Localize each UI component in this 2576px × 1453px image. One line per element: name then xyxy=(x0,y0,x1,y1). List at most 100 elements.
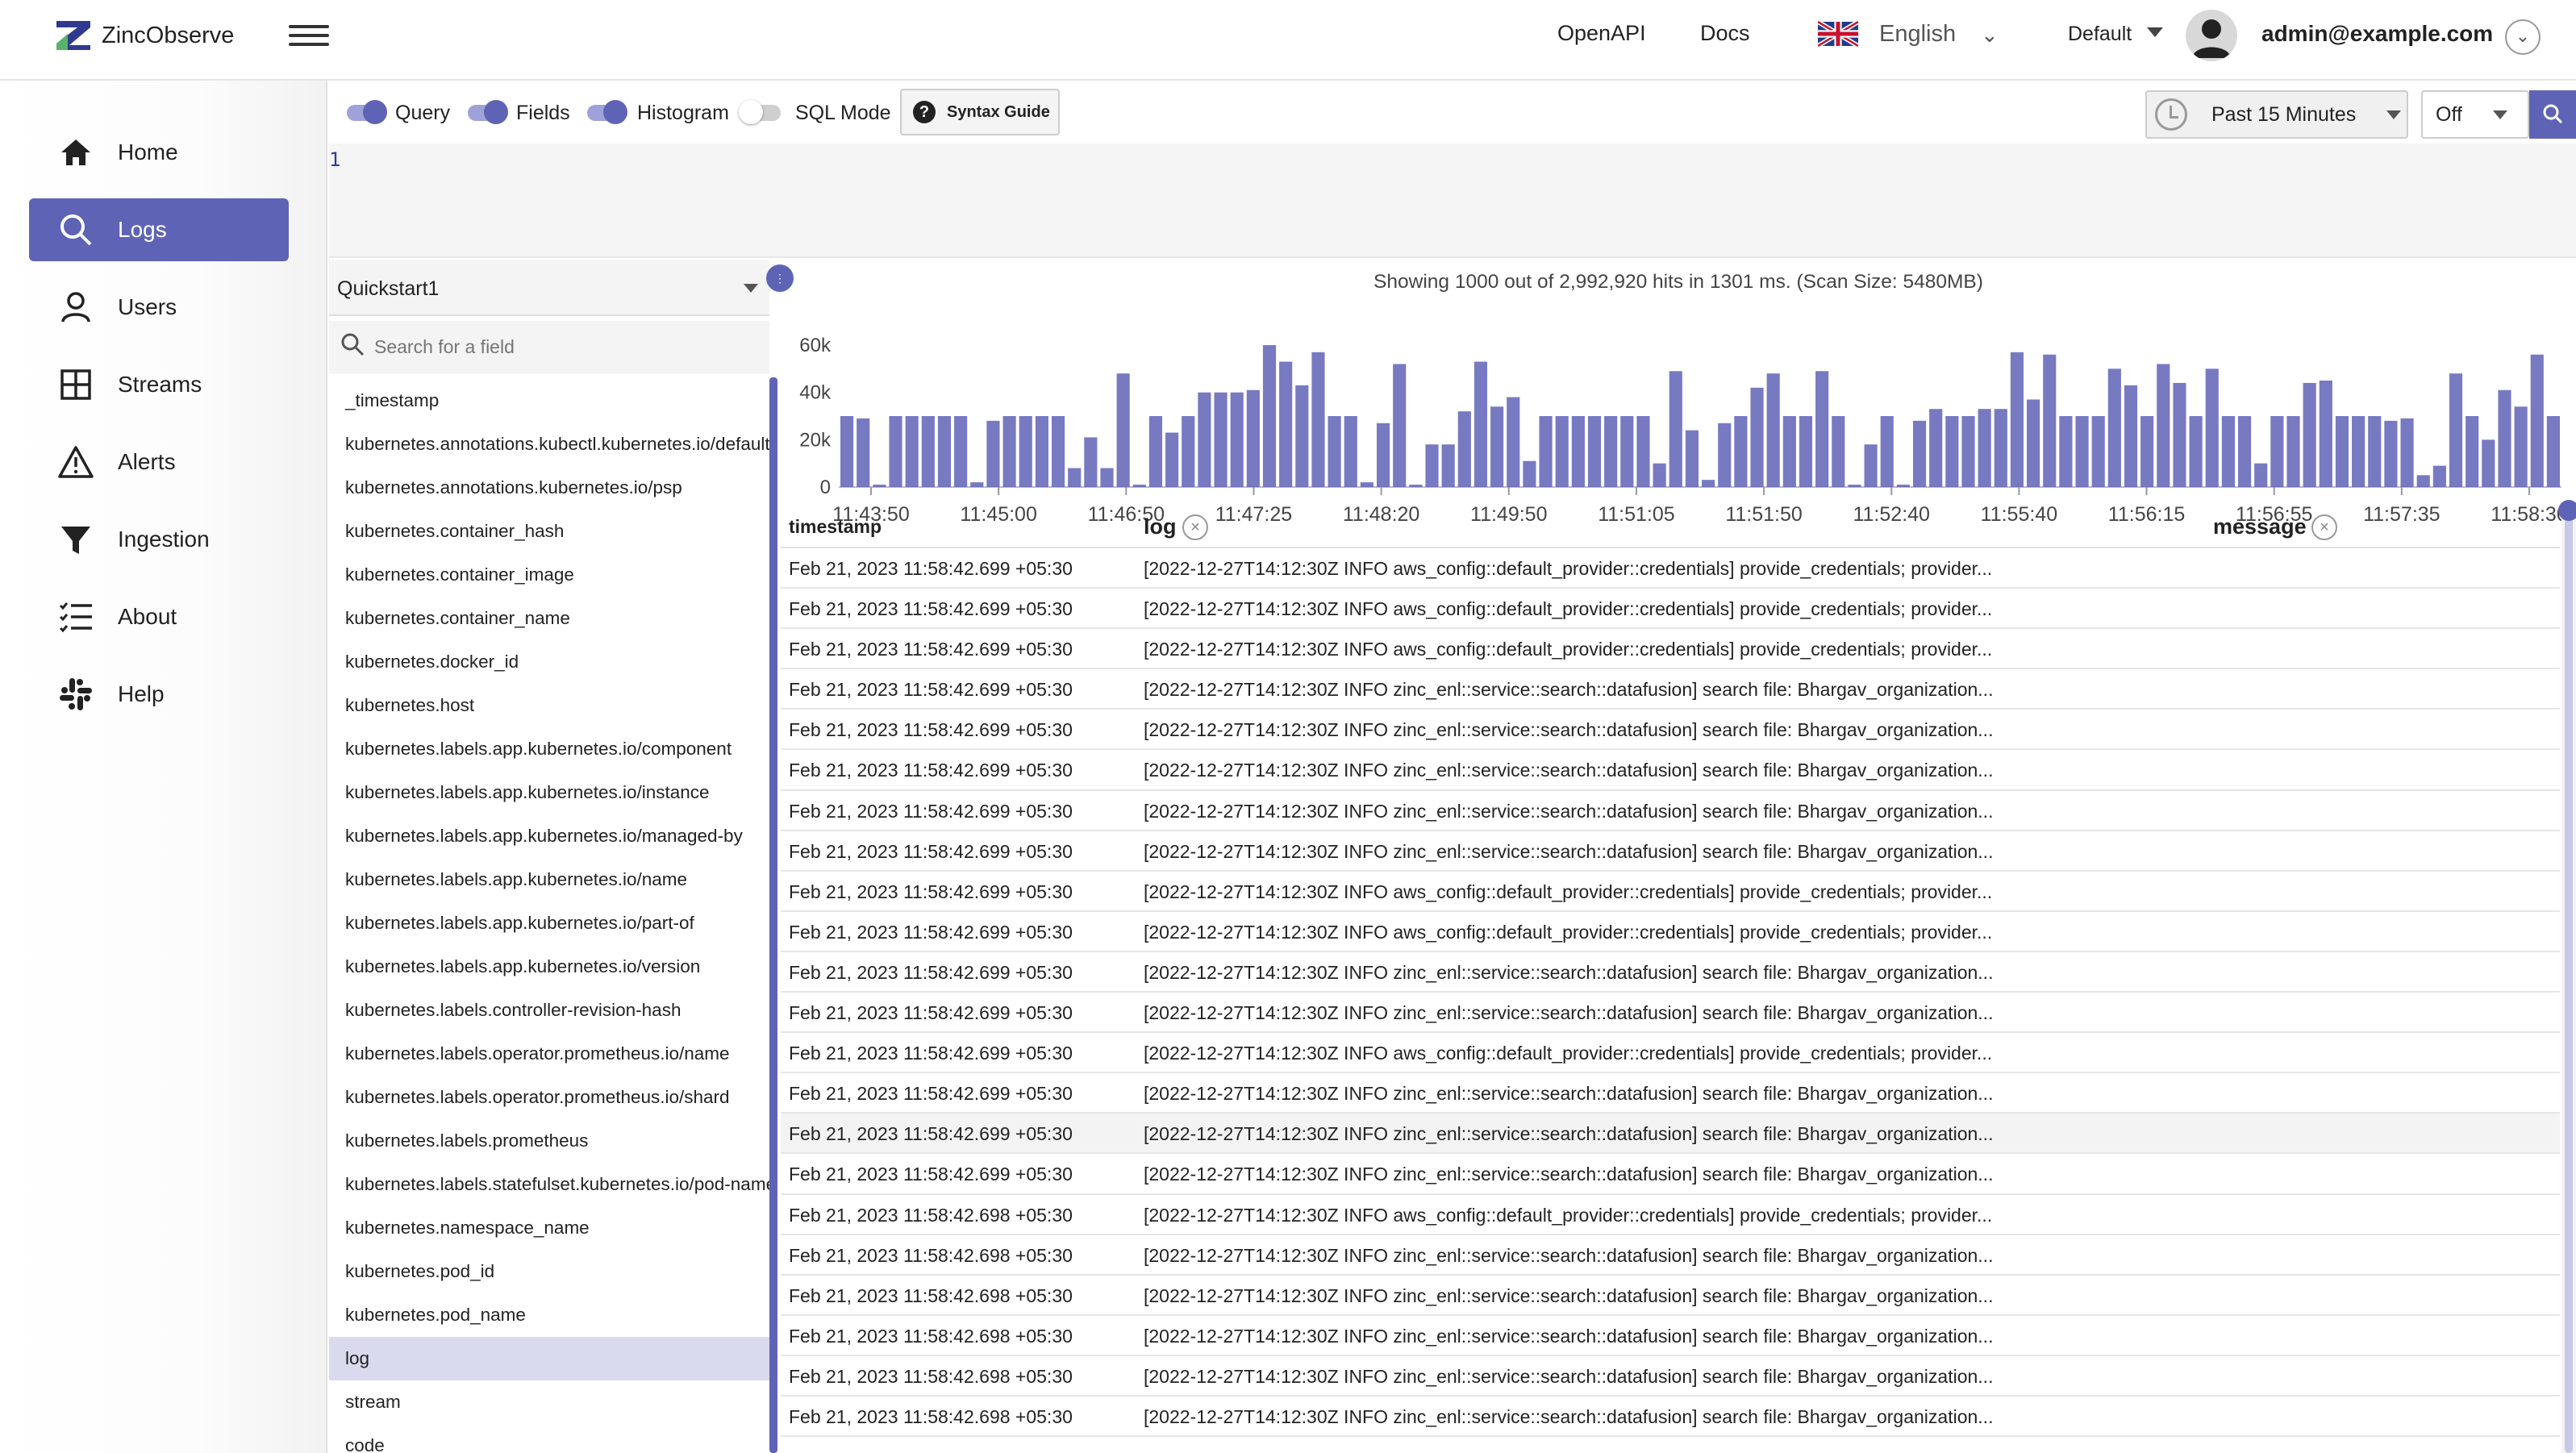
histogram-bar[interactable] xyxy=(1051,416,1065,487)
histogram-bar[interactable] xyxy=(1328,416,1341,487)
histogram-bar[interactable] xyxy=(1766,373,1780,487)
histogram-bar[interactable] xyxy=(2140,416,2154,487)
histogram-bar[interactable] xyxy=(1896,485,1910,487)
histogram-bar[interactable] xyxy=(1864,444,1878,487)
table-row[interactable]: Feb 21, 2023 11:58:42.699 +05:30 [2022-12… xyxy=(781,872,2560,912)
histogram-bar[interactable] xyxy=(840,416,854,487)
histogram-bar[interactable] xyxy=(889,416,902,487)
column-header-timestamp[interactable]: timestamp xyxy=(789,516,882,538)
histogram-bar[interactable] xyxy=(1685,430,1699,487)
refresh-interval-select[interactable]: Off xyxy=(2421,90,2529,139)
histogram-bar[interactable] xyxy=(1718,423,1732,487)
histogram-bar[interactable] xyxy=(1425,444,1439,487)
histogram-bar[interactable] xyxy=(1961,416,1975,487)
sidebar-item-logs[interactable]: Logs xyxy=(29,198,289,261)
field-item[interactable]: kubernetes.labels.app.kubernetes.io/mana… xyxy=(329,814,769,858)
histogram-bar[interactable] xyxy=(2319,381,2332,487)
histogram-bar[interactable] xyxy=(1507,397,1520,487)
table-row[interactable]: Feb 21, 2023 11:58:42.699 +05:30 [2022-12… xyxy=(781,1033,2560,1074)
table-row[interactable]: Feb 21, 2023 11:58:42.698 +05:30 [2022-12… xyxy=(781,1195,2560,1235)
histogram-bar[interactable] xyxy=(2514,406,2528,487)
sql-mode-toggle[interactable] xyxy=(739,100,784,124)
histogram-bar[interactable] xyxy=(1230,392,1244,487)
field-item[interactable]: kubernetes.annotations.kubectl.kubernete… xyxy=(329,423,769,466)
histogram-bar[interactable] xyxy=(2384,420,2398,487)
histogram-bar[interactable] xyxy=(2546,416,2560,487)
histogram-bar[interactable] xyxy=(2189,416,2203,487)
chevron-down-icon[interactable]: ⌄ xyxy=(1981,23,1999,48)
histogram-bar[interactable] xyxy=(2530,354,2544,487)
stream-select[interactable]: Quickstart1 xyxy=(329,260,769,316)
histogram-bar[interactable] xyxy=(1441,444,1455,487)
histogram-bar[interactable] xyxy=(1311,352,1325,487)
table-row[interactable]: Feb 21, 2023 11:58:42.699 +05:30 [2022-12… xyxy=(781,912,2560,952)
histogram-bar[interactable] xyxy=(1734,416,1748,487)
sidebar-item-about[interactable]: About xyxy=(29,585,289,648)
histogram-bar[interactable] xyxy=(1620,416,1634,487)
sidebar-item-ingestion[interactable]: Ingestion xyxy=(29,508,289,571)
table-row[interactable]: Feb 21, 2023 11:58:42.699 +05:30 [2022-12… xyxy=(781,993,2560,1034)
table-row[interactable]: Feb 21, 2023 11:58:42.699 +05:30 [2022-12… xyxy=(781,629,2560,670)
sidebar-item-alerts[interactable]: Alerts xyxy=(29,431,289,493)
histogram-bar[interactable] xyxy=(1214,392,1228,487)
field-item[interactable]: kubernetes.container_hash xyxy=(329,510,769,553)
fields-toggle[interactable] xyxy=(463,100,508,124)
histogram-bar[interactable] xyxy=(2368,416,2382,487)
histogram-bar[interactable] xyxy=(1587,416,1602,487)
field-item[interactable]: kubernetes.labels.app.kubernetes.io/part… xyxy=(329,901,769,945)
language-select[interactable]: English xyxy=(1879,21,1956,48)
field-item[interactable]: kubernetes.labels.operator.prometheus.io… xyxy=(329,1032,769,1076)
docs-link[interactable]: Docs xyxy=(1700,21,1750,46)
histogram-bar[interactable] xyxy=(2400,418,2414,487)
histogram-bar[interactable] xyxy=(1604,416,1618,487)
histogram-bar[interactable] xyxy=(1669,371,1682,487)
histogram-bar[interactable] xyxy=(1295,385,1309,487)
histogram-bar[interactable] xyxy=(1539,416,1553,487)
histogram-bar[interactable] xyxy=(1376,423,1390,487)
field-item[interactable]: kubernetes.container_image xyxy=(329,553,769,597)
histogram-bar[interactable] xyxy=(1116,373,1130,487)
table-row[interactable]: Feb 21, 2023 11:58:42.698 +05:30 [2022-12… xyxy=(781,1276,2560,1316)
sidebar-item-streams[interactable]: Streams xyxy=(29,353,289,416)
histogram-bar[interactable] xyxy=(1523,460,1536,487)
field-item[interactable]: kubernetes.labels.controller-revision-ha… xyxy=(329,989,769,1032)
histogram-bar[interactable] xyxy=(2270,416,2284,487)
histogram-bar[interactable] xyxy=(1198,392,1211,487)
histogram-bar[interactable] xyxy=(1246,389,1260,487)
time-range-picker[interactable]: Past 15 Minutes xyxy=(2145,90,2408,139)
field-item[interactable]: kubernetes.namespace_name xyxy=(329,1206,769,1250)
histogram-bar[interactable] xyxy=(1473,361,1488,487)
histogram-bar[interactable] xyxy=(2027,399,2040,487)
histogram-bar[interactable] xyxy=(1702,480,1715,487)
histogram-bar[interactable] xyxy=(2157,364,2170,487)
histogram-bar[interactable] xyxy=(921,416,935,487)
histogram-bar[interactable] xyxy=(2286,416,2300,487)
histogram-bar[interactable] xyxy=(1848,485,1861,487)
menu-toggle-icon[interactable] xyxy=(289,19,329,52)
histogram-bar[interactable] xyxy=(905,416,919,487)
histogram-bar[interactable] xyxy=(970,482,984,487)
histogram-bar[interactable] xyxy=(1132,485,1146,487)
histogram-bar[interactable] xyxy=(1279,361,1293,487)
histogram-bar[interactable] xyxy=(1815,371,1829,487)
table-row[interactable]: Feb 21, 2023 11:58:42.699 +05:30 [2022-12… xyxy=(781,710,2560,751)
field-item[interactable]: kubernetes.host xyxy=(329,684,769,727)
field-item[interactable]: kubernetes.labels.operator.prometheus.io… xyxy=(329,1076,769,1119)
avatar[interactable] xyxy=(2186,10,2237,61)
histogram-bar[interactable] xyxy=(1653,463,1666,487)
histogram-bar[interactable] xyxy=(2205,368,2219,487)
field-item[interactable]: log xyxy=(329,1337,769,1380)
user-menu-chevron-icon[interactable]: ⌄ xyxy=(2505,19,2541,55)
table-row[interactable]: Feb 21, 2023 11:58:42.698 +05:30 [2022-12… xyxy=(781,1397,2560,1438)
table-row[interactable]: Feb 21, 2023 11:58:42.699 +05:30 [2022-12… xyxy=(781,1073,2560,1114)
remove-column-icon[interactable]: × xyxy=(2311,514,2337,540)
field-item[interactable]: kubernetes.labels.app.kubernetes.io/inst… xyxy=(329,771,769,814)
field-item[interactable]: kubernetes.labels.app.kubernetes.io/comp… xyxy=(329,727,769,771)
histogram-bar[interactable] xyxy=(873,485,886,487)
histogram-toggle[interactable] xyxy=(582,100,627,124)
histogram-bar[interactable] xyxy=(1457,411,1471,487)
histogram-bar[interactable] xyxy=(2416,475,2430,487)
field-item[interactable]: kubernetes.annotations.kubernetes.io/psp xyxy=(329,466,769,510)
caret-down-icon[interactable] xyxy=(2147,27,2163,37)
histogram-bar[interactable] xyxy=(1880,416,1894,487)
